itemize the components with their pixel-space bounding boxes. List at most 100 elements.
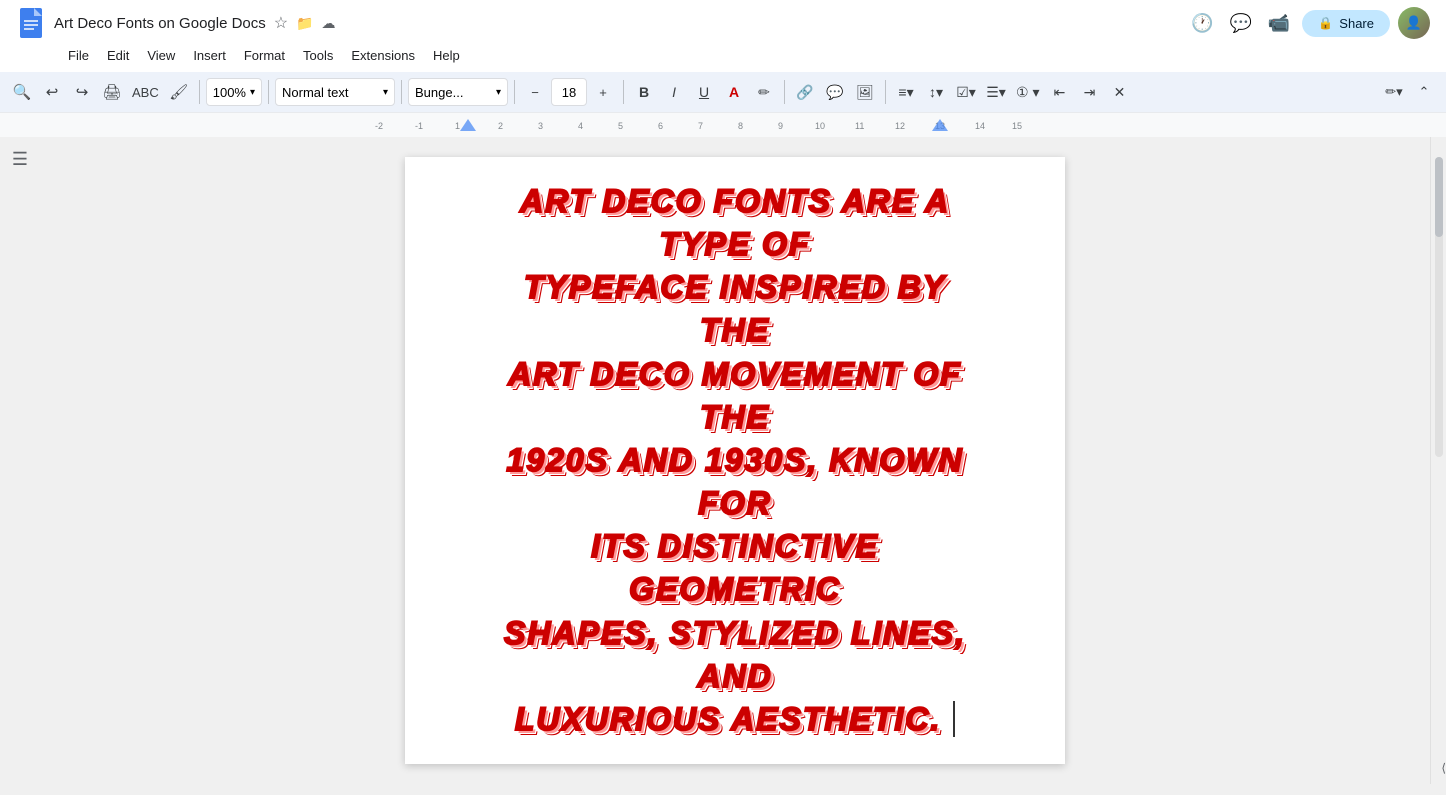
share-button[interactable]: 🔒 Share [1302,10,1390,37]
menu-insert[interactable]: Insert [185,44,234,67]
font-size-decrease[interactable]: − [521,78,549,106]
share-label: Share [1339,16,1374,31]
header-section: Art Deco Fonts on Google Docs ☆ 📁 ☁ 🕐 💬 … [0,0,1446,113]
star-icon[interactable]: ☆ [274,13,288,33]
font-size-increase[interactable]: + [589,78,617,106]
indent-increase-btn[interactable]: ⇥ [1075,78,1103,106]
svg-text:3: 3 [538,121,543,131]
style-arrow: ▾ [383,87,388,98]
doc-title[interactable]: Art Deco Fonts on Google Docs [54,15,266,32]
svg-text:2: 2 [498,121,503,131]
menu-help[interactable]: Help [425,44,468,67]
lock-icon: 🔒 [1318,16,1333,30]
comments-btn[interactable]: 💬 [1226,9,1256,37]
undo-btn[interactable]: ↩ [38,78,66,106]
document-area[interactable]: ART DECO FONTS ARE A TYPE OF TYPEFACE IN… [40,137,1430,784]
cloud-icon[interactable]: ☁ [322,15,336,32]
line-4: 1920S AND 1930S, KNOWN FOR [485,439,985,525]
scrollbar-track[interactable] [1435,157,1443,457]
svg-text:12: 12 [895,121,905,131]
right-panel: ⟨ [1430,137,1446,784]
divider-2 [268,80,269,104]
svg-text:1: 1 [455,121,460,131]
line-5: ITS DISTINCTIVE GEOMETRIC [485,525,985,611]
svg-text:5: 5 [618,121,623,131]
search-btn[interactable]: 🔍 [8,78,36,106]
divider-6 [784,80,785,104]
bullet-list-btn[interactable]: ☰▾ [982,78,1010,106]
expand-icon[interactable]: ⟨ [1441,761,1446,775]
font-size-control: − 18 + [521,78,617,106]
svg-text:-2: -2 [375,121,383,131]
edit-mode-btn[interactable]: ✏▾ [1380,78,1408,106]
comment-btn[interactable]: 💬 [821,78,849,106]
svg-text:11: 11 [855,121,864,131]
font-arrow: ▾ [496,87,501,98]
line-spacing-btn[interactable]: ↕▾ [922,78,950,106]
title-row: Art Deco Fonts on Google Docs ☆ 📁 ☁ 🕐 💬 … [0,0,1446,40]
redo-btn[interactable]: ↪ [68,78,96,106]
align-btn[interactable]: ≡▾ [892,78,920,106]
divider-7 [885,80,886,104]
left-panel: ☰ [0,137,40,784]
history-btn[interactable]: 🕐 [1187,9,1217,37]
print-btn[interactable]: 🖨 [98,78,126,106]
style-value: Normal text [282,85,348,100]
link-btn[interactable]: 🔗 [791,78,819,106]
menu-file[interactable]: File [60,44,97,67]
divider-1 [199,80,200,104]
image-btn[interactable]: 🖼 [851,78,879,106]
svg-text:8: 8 [738,121,743,131]
svg-text:4: 4 [578,121,583,131]
zoom-value: 100% [213,85,246,100]
main-area: ☰ ART DECO FONTS ARE A TYPE OF TYPEFACE … [0,137,1446,784]
toolbar: 🔍 ↩ ↪ 🖨 ABC 🖌 100% ▾ Normal text ▾ Bunge… [0,72,1446,112]
style-select[interactable]: Normal text ▾ [275,78,395,106]
gdocs-icon [16,5,46,41]
scrollbar-thumb[interactable] [1435,157,1443,237]
checklist-btn[interactable]: ☑▾ [952,78,980,106]
outline-icon[interactable]: ☰ [12,149,28,170]
menu-extensions[interactable]: Extensions [343,44,423,67]
font-size-value[interactable]: 18 [551,78,587,106]
divider-4 [514,80,515,104]
svg-text:-1: -1 [415,121,423,131]
divider-3 [401,80,402,104]
indent-decrease-btn[interactable]: ⇤ [1045,78,1073,106]
art-deco-text[interactable]: ART DECO FONTS ARE A TYPE OF TYPEFACE IN… [485,180,985,741]
menu-edit[interactable]: Edit [99,44,137,67]
italic-btn[interactable]: I [660,78,688,106]
highlight-btn[interactable]: ✏ [750,78,778,106]
line-1: ART DECO FONTS ARE A TYPE OF [485,180,985,266]
avatar[interactable]: 👤 [1398,7,1430,39]
menu-view[interactable]: View [139,44,183,67]
numbered-list-btn[interactable]: ① ▾ [1012,78,1043,106]
collapse-toolbar-btn[interactable]: ⌃ [1410,78,1438,106]
menu-tools[interactable]: Tools [295,44,341,67]
menu-bar: File Edit View Insert Format Tools Exten… [0,40,1446,72]
underline-btn[interactable]: U [690,78,718,106]
svg-text:15: 15 [1012,121,1022,131]
line-6: SHAPES, STYLIZED LINES, AND [485,612,985,698]
svg-text:14: 14 [975,121,985,131]
svg-text:10: 10 [815,121,825,131]
svg-text:7: 7 [698,121,703,131]
svg-text:9: 9 [778,121,783,131]
bold-btn[interactable]: B [630,78,658,106]
page[interactable]: ART DECO FONTS ARE A TYPE OF TYPEFACE IN… [405,157,1065,764]
ruler: -2 -1 1 2 3 4 5 6 7 8 9 10 11 12 13 14 1… [0,113,1446,137]
document-content: ART DECO FONTS ARE A TYPE OF TYPEFACE IN… [485,180,985,741]
divider-5 [623,80,624,104]
paint-format-btn[interactable]: 🖌 [165,78,193,106]
zoom-arrow: ▾ [250,87,255,98]
clear-format-btn[interactable]: ✕ [1105,78,1133,106]
font-select[interactable]: Bunge... ▾ [408,78,508,106]
zoom-select[interactable]: 100% ▾ [206,78,262,106]
menu-format[interactable]: Format [236,44,293,67]
move-icon[interactable]: 📁 [296,15,313,32]
font-value: Bunge... [415,85,463,100]
meet-btn[interactable]: 📹 [1264,9,1294,37]
text-color-btn[interactable]: A [720,78,748,106]
spellcheck-btn[interactable]: ABC [128,78,163,106]
svg-text:6: 6 [658,121,663,131]
